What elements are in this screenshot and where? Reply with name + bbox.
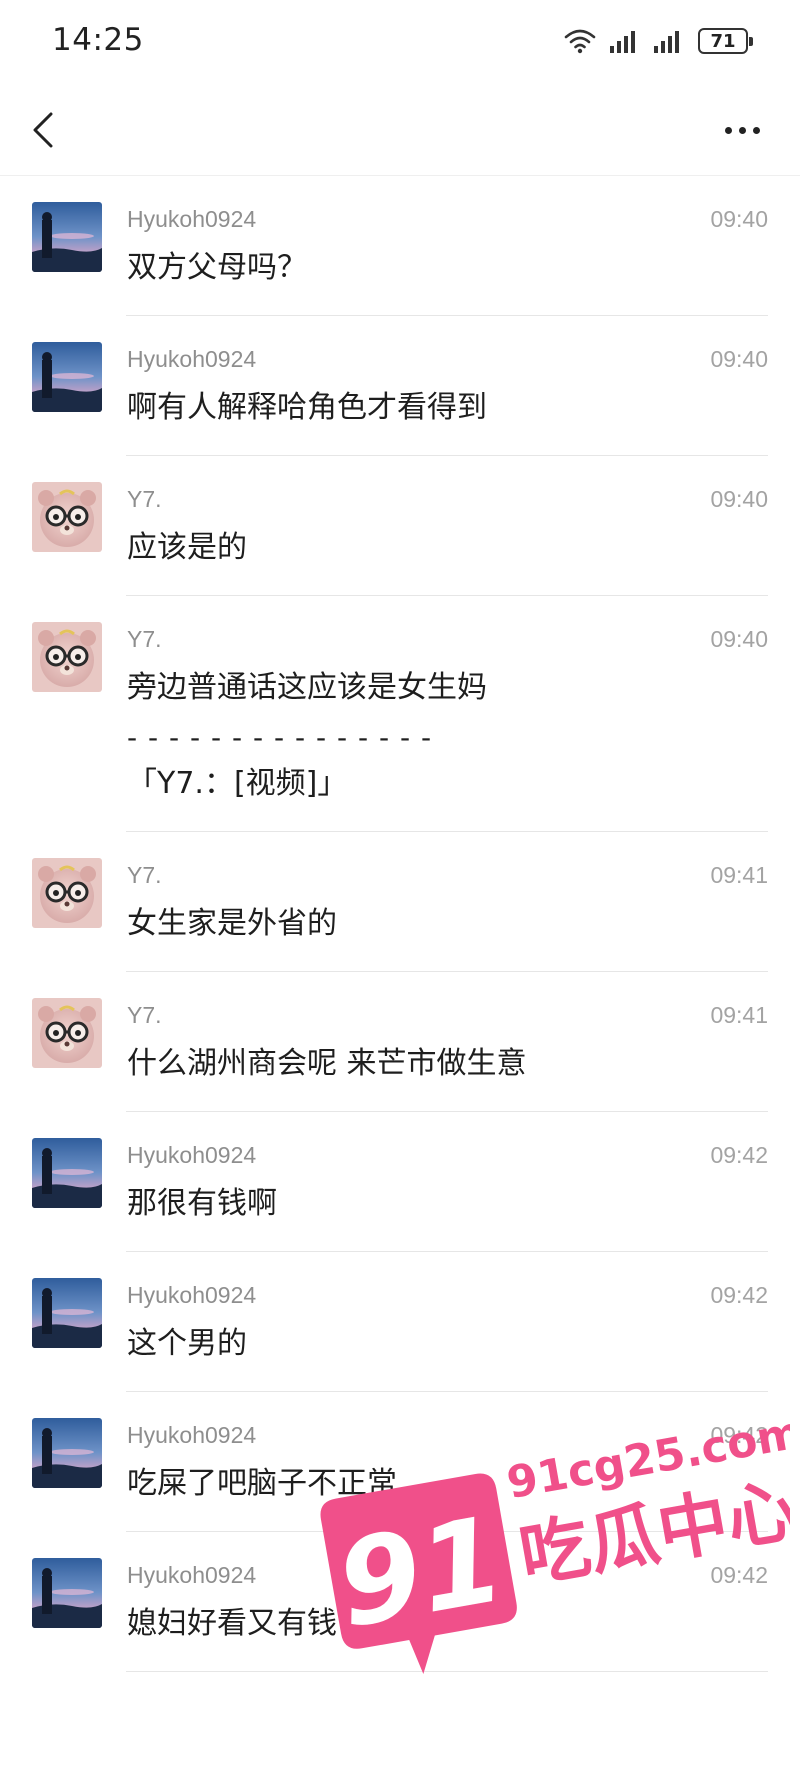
- message-time: 09:42: [710, 1141, 768, 1168]
- signal-icon-2: [654, 31, 679, 53]
- sender-name: Y7.: [127, 1001, 162, 1028]
- more-dot-icon: [738, 126, 746, 134]
- message-time: 09:40: [710, 485, 768, 512]
- avatar[interactable]: [32, 622, 102, 692]
- avatar-landscape-image: [32, 1418, 102, 1488]
- watermark-logo: 91 91cg25.com 吃瓜中心: [320, 1407, 790, 1675]
- message-item[interactable]: Hyukoh0924 09:40 双方父母吗？: [0, 176, 800, 316]
- message-item[interactable]: Y7. 09:40 应该是的: [0, 456, 800, 596]
- message-time: 09:42: [710, 1281, 768, 1308]
- avatar[interactable]: [32, 1558, 102, 1628]
- avatar[interactable]: [32, 1418, 102, 1488]
- message-text: 啊有人解释哈角色才看得到: [127, 390, 487, 425]
- message-item[interactable]: Hyukoh0924 09:40 啊有人解释哈角色才看得到: [0, 316, 800, 456]
- message-time: 09:41: [710, 1001, 768, 1028]
- avatar-bear-image: [32, 622, 102, 692]
- nav-bar: [0, 84, 800, 176]
- chevron-left-icon: [33, 112, 53, 148]
- signal-icon: [610, 31, 635, 53]
- message-time: 09:40: [710, 205, 768, 232]
- avatar[interactable]: [32, 858, 102, 928]
- message-item[interactable]: Y7. 09:41 女生家是外省的: [0, 832, 800, 972]
- more-dot-icon: [752, 126, 760, 134]
- message-text: 女生家是外省的: [127, 906, 337, 941]
- wifi-icon: [564, 29, 596, 54]
- message-text: 旁边普通话这应该是女生妈: [127, 670, 487, 705]
- message-time: 09:40: [710, 625, 768, 652]
- message-text: 这个男的: [127, 1326, 247, 1361]
- status-bar: 14:25 71: [0, 0, 800, 84]
- status-icons: 71: [564, 26, 753, 56]
- status-time: 14:25: [52, 22, 144, 58]
- sender-name: Y7.: [127, 861, 162, 888]
- avatar[interactable]: [32, 1138, 102, 1208]
- avatar-landscape-image: [32, 202, 102, 272]
- avatar-bear-image: [32, 482, 102, 552]
- message-time: 09:41: [710, 861, 768, 888]
- avatar[interactable]: [32, 202, 102, 272]
- quoted-message[interactable]: 「Y7.：[视频]」: [127, 762, 768, 806]
- sender-name: Hyukoh0924: [127, 205, 257, 232]
- message-text: 什么湖州商会呢 来芒市做生意: [127, 1046, 527, 1081]
- quote-divider: - - - - - - - - - - - - - - -: [127, 721, 433, 754]
- message-item[interactable]: Hyukoh0924 09:42 这个男的: [0, 1252, 800, 1392]
- sender-name: Hyukoh0924: [127, 345, 257, 372]
- avatar[interactable]: [32, 482, 102, 552]
- message-time: 09:40: [710, 345, 768, 372]
- avatar[interactable]: [32, 1278, 102, 1348]
- avatar-landscape-image: [32, 342, 102, 412]
- message-item[interactable]: Y7. 09:40 旁边普通话这应该是女生妈 - - - - - - - - -…: [0, 596, 800, 832]
- avatar-landscape-image: [32, 1558, 102, 1628]
- battery-level: 71: [710, 30, 736, 52]
- sender-name: Hyukoh0924: [127, 1561, 257, 1588]
- more-options-button[interactable]: [702, 102, 782, 158]
- message-item[interactable]: Hyukoh0924 09:42 那很有钱啊: [0, 1112, 800, 1252]
- avatar-bear-image: [32, 858, 102, 928]
- message-text: 双方父母吗？: [127, 250, 307, 285]
- more-dot-icon: [724, 126, 732, 134]
- avatar-bear-image: [32, 998, 102, 1068]
- battery-icon: 71: [698, 28, 753, 54]
- message-item[interactable]: Y7. 09:41 什么湖州商会呢 来芒市做生意: [0, 972, 800, 1112]
- sender-name: Hyukoh0924: [127, 1281, 257, 1308]
- message-text: 应该是的: [127, 530, 247, 565]
- avatar-landscape-image: [32, 1278, 102, 1348]
- avatar-landscape-image: [32, 1138, 102, 1208]
- sender-name: Y7.: [127, 625, 162, 652]
- back-button[interactable]: [18, 102, 68, 158]
- watermark-number: 91: [328, 1490, 514, 1654]
- sender-name: Y7.: [127, 485, 162, 512]
- message-text: 那很有钱啊: [127, 1186, 277, 1221]
- sender-name: Hyukoh0924: [127, 1141, 257, 1168]
- avatar[interactable]: [32, 342, 102, 412]
- sender-name: Hyukoh0924: [127, 1421, 257, 1448]
- avatar[interactable]: [32, 998, 102, 1068]
